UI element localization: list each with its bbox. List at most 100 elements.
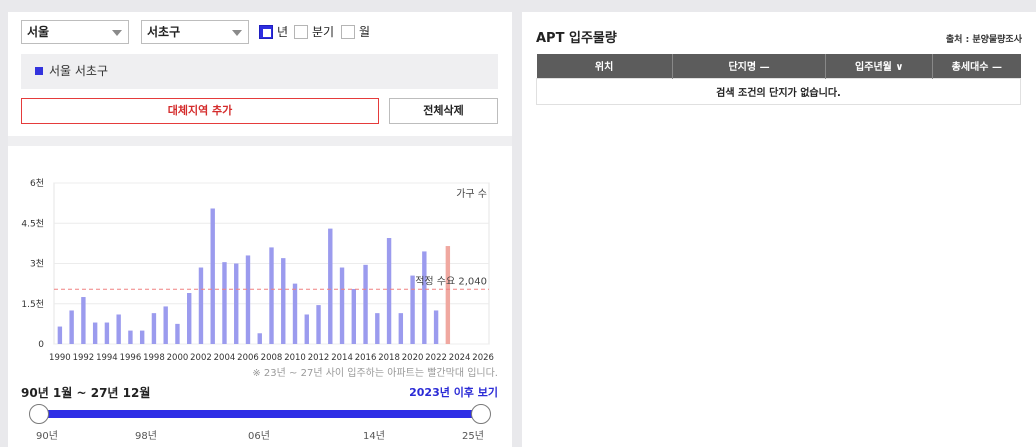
after-2023-link[interactable]: 2023년 이후 보기: [409, 384, 498, 400]
city-select[interactable]: 서울: [21, 20, 129, 44]
range-title: 90년 1월 ~ 27년 12월: [21, 386, 151, 400]
x-tick-label: 1996: [120, 353, 142, 362]
selected-region: 서울 서초구: [21, 54, 498, 89]
region-color-swatch: [35, 67, 43, 75]
district-select[interactable]: 서초구: [141, 20, 249, 44]
apt-title: APT 입주물량: [536, 31, 617, 46]
section-divider: [8, 136, 512, 146]
selected-region-label: 서울 서초구: [49, 64, 109, 78]
supply-chart-svg: 01.5천3천4.5천6천1990 1992 1994 1996 1998 2000 200…: [21, 178, 494, 363]
left-panel: 서울 서초구 년 분기 월 서울 서초구 대체지역 추가 전체삭제 0 1.5천 3…: [8, 12, 512, 447]
x-tick-label: 2010: [284, 353, 306, 362]
x-tick-label: 2020: [402, 353, 424, 362]
delete-all-button[interactable]: 전체삭제: [389, 98, 498, 124]
bar: [433, 310, 439, 344]
bar: [210, 208, 215, 344]
y-tick-label: 1.5천: [21, 299, 44, 310]
bar: [328, 228, 333, 344]
slider-start-handle[interactable]: [29, 404, 49, 424]
bar: [198, 267, 204, 344]
x-tick-label: 2006: [237, 353, 259, 362]
bar: [422, 251, 427, 344]
column-move-in-date[interactable]: 입주년월 ∨: [825, 54, 933, 78]
checkbox-icon: [341, 25, 355, 39]
column-complex-name[interactable]: 단지명 —: [671, 54, 826, 78]
x-tick-label: 1990: [49, 353, 71, 362]
chart-note: ※ 23년 ~ 27년 사이 입주하는 아파트는 빨간막대 입니다.: [252, 368, 498, 379]
slider-tick-label: 14년: [363, 431, 385, 442]
table-row: 검색 조건의 단지가 없습니다.: [536, 77, 1021, 105]
slider-tick-label: 06년: [248, 431, 270, 442]
x-tick-label: 1992: [73, 353, 95, 362]
apt-source: 출처 : 분양물량조사: [945, 35, 1022, 45]
city-select-value: 서울: [27, 25, 50, 39]
bar: [398, 313, 404, 344]
bar: [128, 330, 133, 344]
bar: [363, 264, 368, 344]
apt-table-header: 위치 단지명 — 입주년월 ∨ 총세대수 —: [536, 54, 1021, 78]
x-tick-label: 2012: [308, 353, 330, 362]
bar: [175, 323, 180, 344]
x-tick-label: 2018: [378, 353, 400, 362]
bar: [375, 313, 380, 344]
x-tick-label: 2016: [355, 353, 377, 362]
chevron-down-icon: [112, 30, 122, 36]
empty-message: 검색 조건의 단지가 없습니다.: [536, 77, 1021, 105]
reference-label: 적정 수요 2,040: [415, 275, 487, 287]
bar: [257, 333, 262, 344]
bar: [187, 293, 192, 344]
y-tick-label: 3천: [30, 259, 44, 270]
apt-table: 위치 단지명 — 입주년월 ∨ 총세대수 — 검색 조건의 단지가 없습니다.: [536, 54, 1021, 105]
slider-tick-label: 90년: [36, 431, 58, 442]
x-tick-label: 2026: [472, 353, 494, 362]
forecast-bar: [445, 246, 451, 344]
bar: [292, 283, 298, 344]
checkbox-icon: [259, 25, 273, 39]
bar: [69, 310, 74, 344]
bar: [410, 275, 415, 344]
district-select-value: 서초구: [147, 25, 181, 39]
bar: [339, 267, 345, 344]
bar: [57, 326, 63, 344]
x-tick-label: 2008: [261, 353, 283, 362]
y-tick-label: 0: [38, 340, 44, 350]
column-total-units[interactable]: 총세대수 —: [932, 54, 1021, 78]
unit-label: 가구 수: [456, 188, 487, 200]
x-tick-label: 1994: [96, 353, 118, 362]
bar: [386, 238, 392, 344]
supply-chart: 0 1.5천 3천 4.5천 6천 1990 1992 1994 1996 1998 2000 200…: [8, 162, 512, 363]
add-region-button[interactable]: 대체지역 추가: [21, 98, 379, 124]
bar: [151, 313, 157, 344]
column-location[interactable]: 위치: [536, 54, 673, 78]
period-slider-track[interactable]: [38, 410, 480, 418]
bar: [104, 322, 110, 344]
period-quarter-checkbox[interactable]: 분기: [294, 24, 334, 40]
bar: [316, 305, 321, 344]
bar: [81, 297, 86, 344]
period-quarter-label: 분기: [312, 25, 335, 39]
x-tick-label: 2022: [425, 353, 447, 362]
period-year-checkbox[interactable]: 년: [259, 24, 288, 40]
bar: [92, 322, 98, 344]
slider-end-handle[interactable]: [471, 404, 491, 424]
y-tick-label: 6천: [30, 178, 44, 189]
right-panel: APT 입주물량 출처 : 분양물량조사 위치 단지명 — 입주년월 ∨ 총세대…: [522, 12, 1036, 447]
x-tick-label: 2002: [190, 353, 212, 362]
bar: [234, 263, 239, 344]
bar: [351, 288, 356, 344]
bar: [163, 306, 168, 344]
checkbox-icon: [294, 25, 308, 39]
x-tick-label: 2024: [449, 353, 471, 362]
bar: [281, 258, 286, 344]
x-tick-label: 2000: [167, 353, 189, 362]
column-move-in-date-label: 입주년월: [855, 62, 892, 74]
x-tick-label: 2004: [214, 353, 236, 362]
chevron-down-icon: ∨: [895, 62, 904, 74]
slider-tick-label: 25년: [462, 431, 484, 442]
bar: [269, 247, 274, 344]
bar: [116, 314, 121, 344]
period-month-checkbox[interactable]: 월: [341, 24, 370, 40]
period-year-label: 년: [277, 25, 289, 39]
x-tick-label: 1998: [143, 353, 165, 362]
bar: [245, 255, 251, 344]
